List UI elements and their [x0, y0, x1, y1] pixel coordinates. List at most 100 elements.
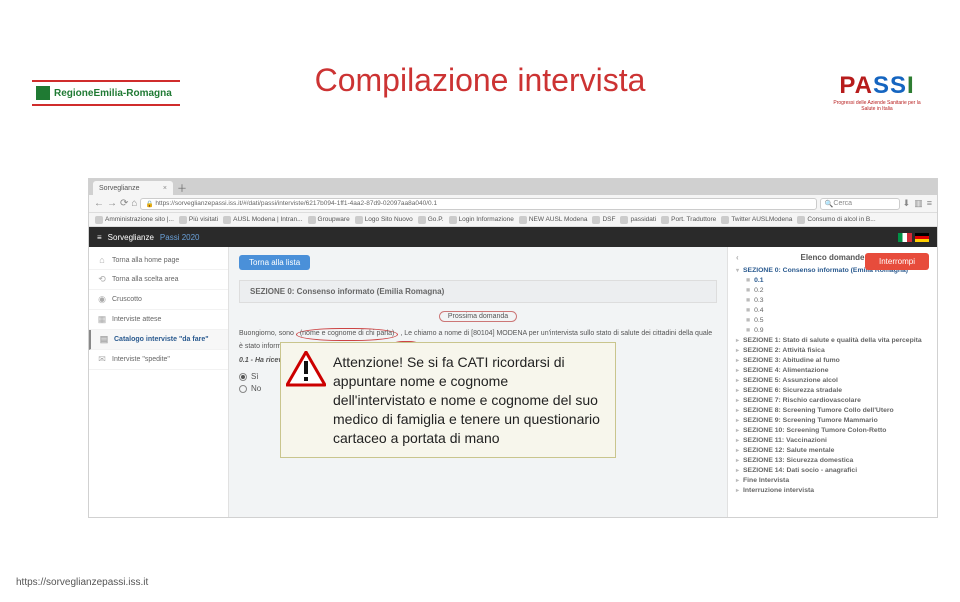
bookmark-item[interactable]: Twitter AUSLModena	[721, 216, 792, 224]
nav-back-icon[interactable]: ←	[94, 198, 104, 209]
rsec[interactable]: ▸SEZIONE 10: Screening Tumore Colon-Rett…	[736, 425, 929, 435]
nav-reload-icon[interactable]: ⟳	[120, 198, 128, 209]
nav-fwd-icon[interactable]: →	[107, 198, 117, 209]
bookmark-item[interactable]: Go.P.	[418, 216, 444, 224]
chevron-right-icon: ▸	[736, 467, 739, 474]
warning-callout: Attenzione! Se si fa CATI ricordarsi di …	[280, 342, 616, 458]
warning-icon	[286, 351, 326, 387]
rsec[interactable]: ▸SEZIONE 12: Salute mentale	[736, 445, 929, 455]
breadcrumb[interactable]: Sorveglianze	[108, 233, 154, 242]
bookmark-item[interactable]: Groupware	[308, 216, 350, 224]
right-title: Elenco domande	[800, 253, 864, 262]
home-icon: ⌂	[97, 255, 107, 265]
nav-home-icon[interactable]: ⌂	[131, 198, 137, 209]
hamburger-icon[interactable]: ≡	[97, 233, 102, 242]
rsec[interactable]: ▸SEZIONE 8: Screening Tumore Collo dell'…	[736, 405, 929, 415]
rsec[interactable]: ▸SEZIONE 4: Alimentazione	[736, 365, 929, 375]
bookmark-item[interactable]: Consumo di alcol in B...	[797, 216, 875, 224]
search-box[interactable]: 🔍 Cerca	[820, 198, 900, 210]
download-icon[interactable]: ⬇	[903, 198, 911, 209]
bookmarks-bar: Amministrazione sito |... Più visitati A…	[89, 213, 937, 227]
chevron-right-icon: ▸	[736, 437, 739, 444]
bookmark-item[interactable]: NEW AUSL Modena	[519, 216, 588, 224]
callout-text: Attenzione! Se si fa CATI ricordarsi di …	[333, 354, 600, 446]
catalog-icon: ▤	[99, 334, 109, 345]
rsec[interactable]: ▸SEZIONE 7: Rischio cardiovascolare	[736, 395, 929, 405]
footer-url: https://sorveglianzepassi.iss.it	[16, 577, 148, 588]
next-question-badge[interactable]: Prossima domanda	[239, 311, 717, 320]
flag-it-icon[interactable]	[898, 233, 912, 242]
area-icon: ⟲	[97, 274, 107, 285]
add-tab-button[interactable]: ＋	[177, 180, 187, 195]
chevron-right-icon: ▸	[736, 447, 739, 454]
rsec[interactable]: ▸SEZIONE 1: Stato di salute e qualità de…	[736, 335, 929, 345]
bookmark-item[interactable]: Amministrazione sito |...	[95, 216, 174, 224]
close-icon[interactable]: ×	[163, 185, 167, 192]
browser-urlbar: ← → ⟳ ⌂ 🔒 https://sorveglianzepassi.iss.…	[89, 195, 937, 213]
breadcrumb-project[interactable]: Passi 2020	[160, 233, 200, 242]
chevron-down-icon: ▾	[736, 267, 739, 274]
back-to-list-button[interactable]: Torna alla lista	[239, 255, 310, 270]
sidebar-item-dashboard[interactable]: ◉Cruscotto	[89, 290, 228, 310]
logo-regione: RegioneEmilia-Romagna	[32, 80, 180, 106]
bookmark-item[interactable]: Port. Traduttore	[661, 216, 716, 224]
left-sidebar: ⌂Torna alla home page ⟲Torna alla scelta…	[89, 247, 229, 517]
rsec[interactable]: ▸SEZIONE 9: Screening Tumore Mammario	[736, 415, 929, 425]
bookmark-item[interactable]: DSF	[592, 216, 615, 224]
chevron-right-icon: ▸	[736, 457, 739, 464]
address-bar[interactable]: 🔒 https://sorveglianzepassi.iss.it/#/dat…	[140, 198, 816, 210]
rsec[interactable]: ▸Interruzione intervista	[736, 485, 929, 495]
rsec[interactable]: ▸SEZIONE 11: Vaccinazioni	[736, 435, 929, 445]
chevron-right-icon: ▸	[736, 477, 739, 484]
sent-icon: ✉	[97, 354, 107, 365]
menu-icon[interactable]: ≡	[927, 198, 932, 209]
logo-right-sub: Progressi delle Aziende Sanitarie per la…	[828, 100, 926, 112]
bookmark-item[interactable]: AUSL Modena | Intran...	[223, 216, 302, 224]
browser-tabbar: Sorveglianze × ＋	[89, 179, 937, 195]
sidebar-item-home[interactable]: ⌂Torna alla home page	[89, 251, 228, 270]
right-panel: ‹ Elenco domande › ▾SEZIONE 0: Consenso …	[727, 247, 937, 517]
url-text: https://sorveglianzepassi.iss.it/#/dati/…	[155, 200, 437, 207]
hint-circle-name: (nome e cognome di chi parla)	[296, 328, 399, 341]
chevron-right-icon: ▸	[736, 397, 739, 404]
rsec[interactable]: ▸SEZIONE 3: Abitudine al fumo	[736, 355, 929, 365]
rsec[interactable]: ▸SEZIONE 14: Dati socio - anagrafici	[736, 465, 929, 475]
rsub[interactable]: ■0.3	[736, 295, 929, 305]
radio-icon	[239, 373, 247, 381]
bookmark-item[interactable]: Login Informazione	[449, 216, 514, 224]
rsub[interactable]: ■0.1	[736, 275, 929, 285]
browser-tab[interactable]: Sorveglianze ×	[93, 181, 173, 195]
chevron-right-icon: ▸	[736, 367, 739, 374]
rsub[interactable]: ■0.5	[736, 315, 929, 325]
pending-icon: ▦	[97, 314, 107, 325]
sidebar-item-area[interactable]: ⟲Torna alla scelta area	[89, 270, 228, 290]
chevron-right-icon: ▸	[736, 407, 739, 414]
bookmark-item[interactable]: Logo Sito Nuovo	[355, 216, 413, 224]
rsub[interactable]: ■0.9	[736, 325, 929, 335]
rsub[interactable]: ■0.2	[736, 285, 929, 295]
sidebar-item-sent[interactable]: ✉Interviste "spedite"	[89, 350, 228, 370]
rsec[interactable]: ▸SEZIONE 2: Attività fisica	[736, 345, 929, 355]
section-header: SEZIONE 0: Consenso informato (Emilia Ro…	[239, 280, 717, 303]
flag-de-icon[interactable]	[915, 233, 929, 242]
rsec[interactable]: ▸SEZIONE 13: Sicurezza domestica	[736, 455, 929, 465]
sidebar-item-todo[interactable]: ▤Catalogo interviste "da fare"	[89, 330, 228, 350]
chevron-right-icon: ▸	[736, 387, 739, 394]
logo-passi: PASSI Progressi delle Aziende Sanitarie …	[828, 72, 926, 112]
search-placeholder: Cerca	[833, 200, 852, 207]
rsub[interactable]: ■0.4	[736, 305, 929, 315]
bookmark-item[interactable]: passidati	[620, 216, 656, 224]
tab-label: Sorveglianze	[99, 185, 139, 192]
app-header: ≡ Sorveglianze Passi 2020	[89, 227, 937, 247]
sidebar-item-pending[interactable]: ▦Interviste attese	[89, 310, 228, 330]
rsec[interactable]: ▸SEZIONE 6: Sicurezza stradale	[736, 385, 929, 395]
chevron-right-icon: ▸	[736, 337, 739, 344]
rsec[interactable]: ▸Fine Intervista	[736, 475, 929, 485]
rsec[interactable]: ▸SEZIONE 5: Assunzione alcol	[736, 375, 929, 385]
dashboard-icon: ◉	[97, 294, 107, 305]
bookmark-item[interactable]: Più visitati	[179, 216, 218, 224]
library-icon[interactable]: ▥	[914, 198, 923, 209]
interrupt-button[interactable]: Interrompi	[865, 253, 929, 270]
chevron-left-icon[interactable]: ‹	[736, 253, 739, 262]
chevron-right-icon: ▸	[736, 417, 739, 424]
